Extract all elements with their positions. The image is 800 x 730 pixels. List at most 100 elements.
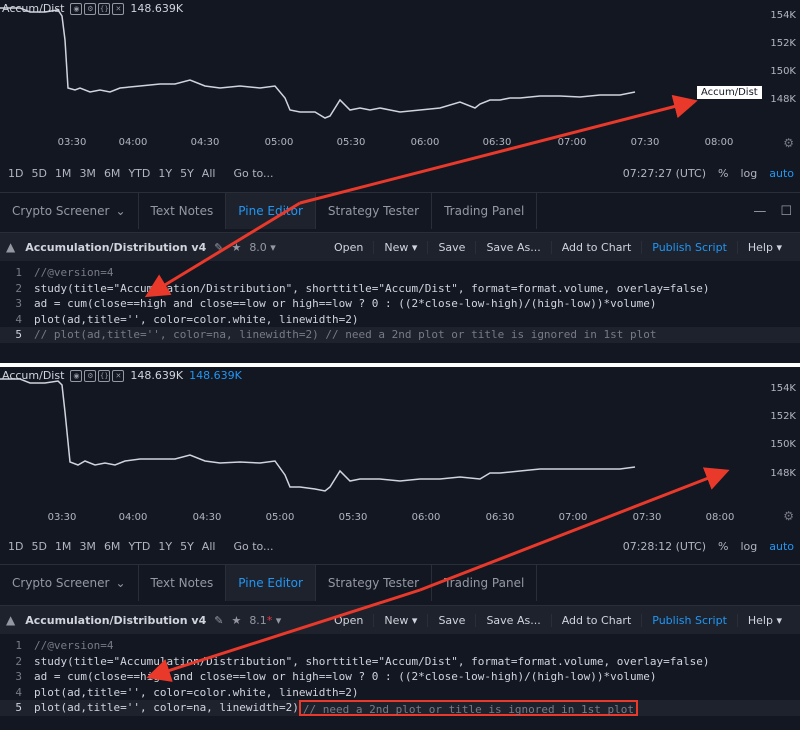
legend-name[interactable]: Accum/Dist: [2, 2, 64, 15]
range-5d[interactable]: 5D: [31, 540, 46, 553]
tab-text-notes[interactable]: Text Notes: [139, 565, 227, 601]
range-1d[interactable]: 1D: [8, 167, 23, 180]
visibility-icon[interactable]: ◉: [70, 2, 83, 15]
range-1y[interactable]: 1Y: [158, 540, 172, 553]
pencil-icon[interactable]: ✎: [214, 241, 223, 254]
code-line: 3 ad = cum(close==high and close==low or …: [0, 669, 800, 685]
range-6m[interactable]: 6M: [104, 167, 121, 180]
log-toggle[interactable]: log: [740, 167, 757, 180]
range-5y[interactable]: 5Y: [180, 540, 194, 553]
indicator-chart[interactable]: Accum/Dist ◉ ⚙ {} ✕ 148.639K 148.639K 15…: [0, 367, 800, 523]
range-all[interactable]: All: [202, 540, 216, 553]
tab-strategy-tester[interactable]: Strategy Tester: [316, 193, 433, 229]
tab-crypto-screener[interactable]: Crypto Screener ⌄: [0, 193, 139, 229]
time-tick: 05:00: [264, 137, 294, 148]
price-axis[interactable]: 154K 152K 150K 148K: [768, 367, 800, 497]
legend-name[interactable]: Accum/Dist: [2, 369, 64, 382]
range-1m[interactable]: 1M: [55, 540, 72, 553]
range-1m[interactable]: 1M: [55, 167, 72, 180]
price-tick: 148K: [770, 468, 796, 479]
time-tick: 03:30: [57, 137, 87, 148]
log-toggle[interactable]: log: [740, 540, 757, 553]
open-button[interactable]: Open: [324, 241, 373, 254]
range-1d[interactable]: 1D: [8, 540, 23, 553]
bottom-panel-tabs: Crypto Screener ⌄ Text Notes Pine Editor …: [0, 564, 800, 601]
add-to-chart-button[interactable]: Add to Chart: [550, 613, 642, 627]
top-screenshot: Accum/Dist ◉ ⚙ {} ✕ 148.639K 154K 152K 1…: [0, 0, 800, 363]
settings-icon[interactable]: ⚙: [84, 2, 97, 15]
code-editor[interactable]: 1 //@version=4 2 study(title="Accumulation…: [0, 265, 800, 363]
legend-buttons: ◉ ⚙ {} ✕: [70, 2, 125, 15]
save-as-button[interactable]: Save As...: [475, 240, 550, 254]
code-text: plot(ad,title='', color=na, linewidth=2): [34, 701, 299, 714]
range-5y[interactable]: 5Y: [180, 167, 194, 180]
star-icon[interactable]: ★: [231, 241, 241, 254]
percent-toggle[interactable]: %: [718, 167, 728, 180]
pencil-icon[interactable]: ✎: [214, 614, 223, 627]
tab-pine-editor[interactable]: Pine Editor: [226, 193, 316, 229]
help-button[interactable]: Help ▾: [736, 240, 792, 254]
maximize-icon[interactable]: ☐: [780, 204, 792, 219]
range-1y[interactable]: 1Y: [158, 167, 172, 180]
close-icon[interactable]: ✕: [112, 369, 125, 382]
publish-script-button[interactable]: Publish Script: [641, 240, 737, 254]
gear-icon[interactable]: ⚙: [783, 509, 794, 523]
add-to-chart-button[interactable]: Add to Chart: [550, 240, 642, 254]
price-tick: 154K: [770, 10, 796, 21]
source-code-icon[interactable]: {}: [98, 369, 111, 382]
range-3m[interactable]: 3M: [79, 540, 96, 553]
help-button[interactable]: Help ▾: [736, 613, 792, 627]
utc-clock[interactable]: 07:28:12 (UTC): [623, 540, 706, 553]
visibility-icon[interactable]: ◉: [70, 369, 83, 382]
indicator-legend: Accum/Dist ◉ ⚙ {} ✕ 148.639K 148.639K: [2, 369, 242, 382]
range-6m[interactable]: 6M: [104, 540, 121, 553]
indicator-chart[interactable]: Accum/Dist ◉ ⚙ {} ✕ 148.639K 154K 152K 1…: [0, 0, 800, 156]
save-button[interactable]: Save: [427, 240, 475, 254]
publish-script-button[interactable]: Publish Script: [641, 613, 737, 627]
save-as-button[interactable]: Save As...: [475, 613, 550, 627]
time-tick: 03:30: [47, 512, 77, 523]
time-tick: 04:00: [118, 137, 148, 148]
version-dropdown[interactable]: 8.1* ▾: [249, 614, 281, 627]
date-range-bar: 1D 5D 1M 3M 6M YTD 1Y 5Y All Go to... 07…: [0, 160, 800, 186]
tab-text-notes[interactable]: Text Notes: [139, 193, 227, 229]
tab-trading-panel[interactable]: Trading Panel: [432, 193, 538, 229]
price-tick: 148K: [770, 94, 796, 105]
code-line: 4 plot(ad,title='', color=color.white, li…: [0, 312, 800, 328]
close-icon[interactable]: ✕: [112, 2, 125, 15]
range-3m[interactable]: 3M: [79, 167, 96, 180]
save-button[interactable]: Save: [427, 613, 475, 627]
go-to-button[interactable]: Go to...: [233, 540, 273, 553]
new-button[interactable]: New ▾: [373, 240, 427, 254]
range-5d[interactable]: 5D: [31, 167, 46, 180]
source-code-icon[interactable]: {}: [98, 2, 111, 15]
unsaved-indicator-icon: *: [266, 613, 273, 627]
version-dropdown[interactable]: 8.0 ▾: [249, 241, 276, 254]
go-to-button[interactable]: Go to...: [233, 167, 273, 180]
range-ytd[interactable]: YTD: [128, 167, 150, 180]
code-text: study(title="Accumulation/Distribution",…: [34, 654, 710, 668]
price-axis[interactable]: 154K 152K 150K 148K: [768, 0, 800, 130]
tab-strategy-tester[interactable]: Strategy Tester: [316, 565, 433, 601]
highlighted-comment: // need a 2nd plot or title is ignored i…: [298, 700, 639, 716]
code-editor[interactable]: 1 //@version=4 2 study(title="Accumulation…: [0, 638, 800, 730]
star-icon[interactable]: ★: [231, 614, 241, 627]
utc-clock[interactable]: 07:27:27 (UTC): [623, 167, 706, 180]
tab-crypto-screener[interactable]: Crypto Screener ⌄: [0, 565, 139, 601]
minimize-icon[interactable]: —: [753, 204, 766, 219]
help-label: Help: [747, 613, 773, 627]
time-tick: 06:00: [410, 137, 440, 148]
range-ytd[interactable]: YTD: [128, 540, 150, 553]
gear-icon[interactable]: ⚙: [783, 136, 794, 150]
tab-trading-panel[interactable]: Trading Panel: [432, 565, 538, 601]
range-all[interactable]: All: [202, 167, 216, 180]
auto-toggle[interactable]: auto: [769, 540, 794, 553]
code-line-current: 5 plot(ad,title='', color=na, linewidth=2…: [0, 700, 800, 716]
settings-icon[interactable]: ⚙: [84, 369, 97, 382]
tab-pine-editor[interactable]: Pine Editor: [226, 565, 316, 601]
percent-toggle[interactable]: %: [718, 540, 728, 553]
price-tick: 152K: [770, 411, 796, 422]
auto-toggle[interactable]: auto: [769, 167, 794, 180]
open-button[interactable]: Open: [324, 614, 373, 627]
new-button[interactable]: New ▾: [373, 613, 427, 627]
